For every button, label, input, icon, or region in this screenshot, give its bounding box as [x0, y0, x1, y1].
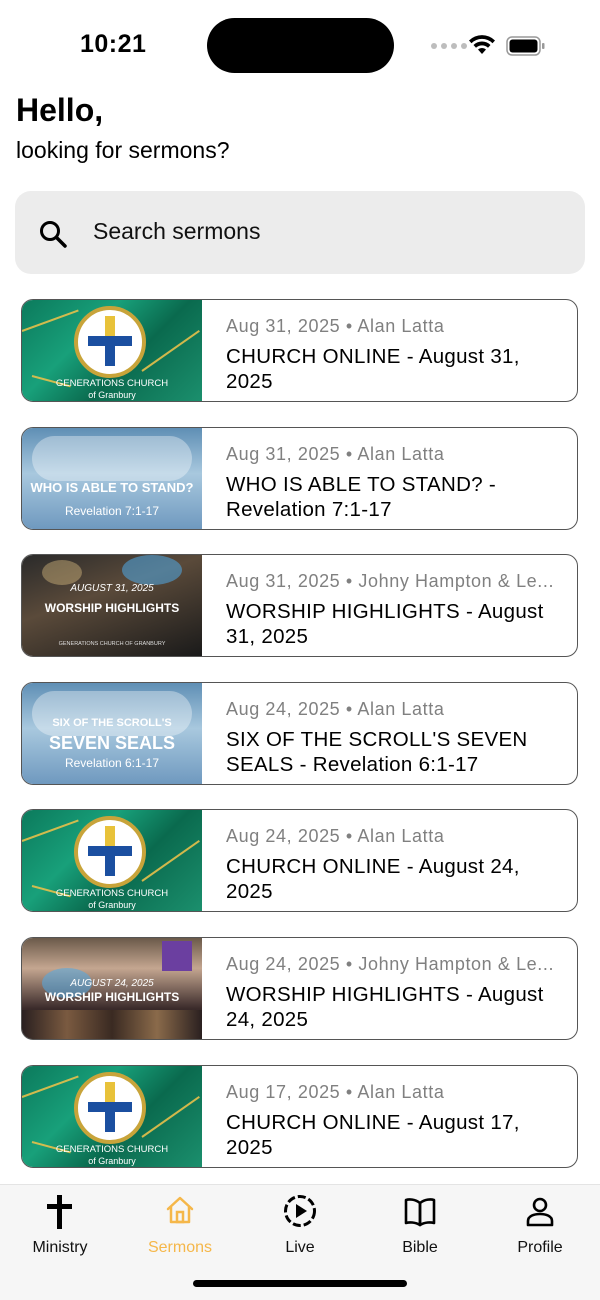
sermon-meta: Aug 24, 2025 • Alan Latta — [226, 699, 445, 719]
wifi-icon — [469, 35, 495, 54]
dynamic-island — [207, 18, 394, 73]
sermon-title: CHURCH ONLINE - August 17, 2025 — [226, 1111, 520, 1159]
sermon-card[interactable]: GENERATIONS CHURCH of Granbury Aug 31, 2… — [21, 299, 578, 402]
tab-label: Sermons — [147, 1239, 213, 1256]
tab-label: Bible — [402, 1239, 438, 1256]
sermon-title: WHO IS ABLE TO STAND? - Revelation 7:1-1… — [226, 473, 497, 521]
sermon-thumbnail: GENERATIONS CHURCH of Granbury — [22, 1066, 202, 1167]
thumbnail-caption: of Granbury — [88, 900, 136, 910]
sermon-card[interactable]: WHO IS ABLE TO STAND? Revelation 7:1-17 … — [21, 427, 578, 530]
thumbnail-caption: of Granbury — [88, 1156, 136, 1166]
sermon-thumbnail: WHO IS ABLE TO STAND? Revelation 7:1-17 — [22, 428, 202, 529]
thumbnail-caption: WHO IS ABLE TO STAND? — [30, 480, 194, 495]
thumbnail-caption: GENERATIONS CHURCH — [55, 1144, 169, 1155]
greeting-subtitle: looking for sermons? — [16, 137, 230, 163]
sermon-title: WORSHIP HIGHLIGHTS - August 31, 2025 — [226, 600, 544, 648]
thumbnail-caption: SIX OF THE SCROLL'S — [52, 717, 172, 729]
sermon-card[interactable]: AUGUST 31, 2025 WORSHIP HIGHLIGHTS GENER… — [21, 554, 578, 657]
sermon-meta: Aug 31, 2025 • Alan Latta — [226, 444, 445, 464]
thumbnail-caption: Revelation 7:1-17 — [64, 504, 160, 518]
sermon-meta: Aug 31, 2025 • Johny Hampton & Le... — [226, 571, 555, 591]
book-icon — [404, 1198, 436, 1227]
sermon-thumbnail: GENERATIONS CHURCH of Granbury — [22, 300, 202, 401]
sermon-card[interactable]: SIX OF THE SCROLL'S SEVEN SEALS Revelati… — [21, 682, 578, 785]
sermon-thumbnail: AUGUST 24, 2025 WORSHIP HIGHLIGHTS — [22, 938, 202, 1039]
thumbnail-caption: WORSHIP HIGHLIGHTS — [44, 990, 180, 1004]
thumbnail-caption: SEVEN SEALS — [48, 733, 176, 753]
status-bar: 10:21 — [0, 0, 600, 90]
tab-profile[interactable]: Profile — [480, 1185, 600, 1265]
cross-icon — [47, 1195, 72, 1229]
sermon-thumbnail: GENERATIONS CHURCH of Granbury — [22, 810, 202, 911]
thumbnail-caption: GENERATIONS CHURCH — [55, 378, 169, 389]
sermon-title: CHURCH ONLINE - August 24, 2025 — [226, 855, 520, 903]
thumbnail-caption: GENERATIONS CHURCH — [55, 888, 169, 899]
thumbnail-caption: Revelation 6:1-17 — [64, 756, 160, 770]
thumbnail-caption: AUGUST 31, 2025 — [70, 583, 154, 594]
person-icon — [526, 1197, 554, 1227]
tab-live[interactable]: Live — [240, 1185, 360, 1265]
sermon-thumbnail: AUGUST 31, 2025 WORSHIP HIGHLIGHTS GENER… — [22, 555, 202, 656]
sermon-title: SIX OF THE SCROLL'S SEVEN SEALS - Revela… — [226, 728, 528, 776]
thumbnail-caption: GENERATIONS CHURCH OF GRANBURY — [58, 641, 166, 647]
sermon-meta: Aug 24, 2025 • Alan Latta — [226, 826, 445, 846]
sermon-card[interactable]: AUGUST 24, 2025 WORSHIP HIGHLIGHTS Aug 2… — [21, 937, 578, 1040]
sermon-meta: Aug 31, 2025 • Alan Latta — [226, 316, 445, 336]
thumbnail-caption: of Granbury — [88, 390, 136, 400]
play-circle-icon — [284, 1195, 316, 1227]
thumbnail-caption: WORSHIP HIGHLIGHTS — [44, 601, 180, 615]
sermon-meta: Aug 24, 2025 • Johny Hampton & Le... — [226, 954, 555, 974]
tab-label: Live — [285, 1239, 315, 1256]
sermon-title: CHURCH ONLINE - August 31, 2025 — [226, 345, 520, 393]
tab-bible[interactable]: Bible — [360, 1185, 480, 1265]
sermon-meta: Aug 17, 2025 • Alan Latta — [226, 1082, 445, 1102]
greeting-title: Hello, — [16, 92, 104, 128]
status-time: 10:21 — [80, 30, 147, 58]
sermon-title: WORSHIP HIGHLIGHTS - August 24, 2025 — [226, 983, 544, 1031]
tab-label: Ministry — [32, 1239, 88, 1256]
sermon-thumbnail: SIX OF THE SCROLL'S SEVEN SEALS Revelati… — [22, 683, 202, 784]
sermon-card[interactable]: GENERATIONS CHURCH of Granbury Aug 24, 2… — [21, 809, 578, 912]
thumbnail-caption: AUGUST 24, 2025 — [70, 978, 154, 989]
tab-sermons[interactable]: Sermons — [120, 1185, 240, 1265]
search-input[interactable]: Search sermons — [93, 218, 260, 245]
sermon-card[interactable]: GENERATIONS CHURCH of Granbury Aug 17, 2… — [21, 1065, 578, 1168]
tab-label: Profile — [517, 1239, 563, 1256]
home-indicator — [193, 1280, 407, 1287]
cellular-signal-icon — [431, 43, 467, 49]
search-icon — [40, 221, 67, 248]
home-icon — [166, 1196, 194, 1224]
tab-ministry[interactable]: Ministry — [0, 1185, 120, 1265]
battery-icon — [506, 36, 545, 56]
